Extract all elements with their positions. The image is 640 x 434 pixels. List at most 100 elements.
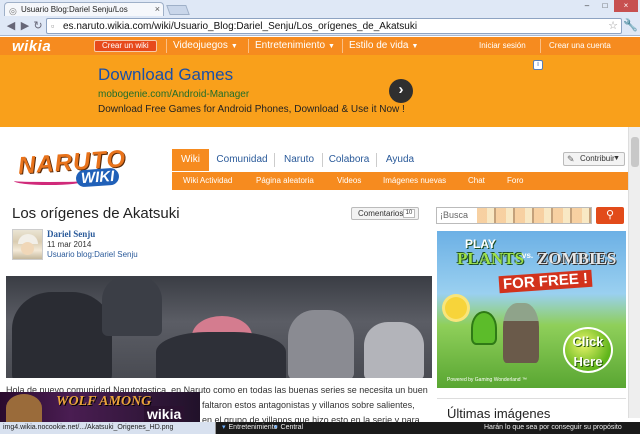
divider [248, 39, 249, 53]
tab-comunidad[interactable]: Comunidad [212, 149, 272, 171]
close-window-icon[interactable]: × [614, 0, 638, 12]
sun-icon [445, 297, 467, 319]
top-banner-ad[interactable]: Download Games mobogenie.com/Android-Man… [0, 55, 640, 127]
author-link[interactable]: Dariel Senju [47, 229, 95, 239]
chevron-down-icon: ▼ [230, 43, 238, 50]
post-date: 11 mar 2014 [47, 240, 92, 249]
divider [342, 39, 343, 53]
search-button[interactable]: ⚲ [596, 207, 624, 224]
wikia-dot-icon: ▾ [222, 424, 226, 431]
tab-title: Usuario Blog:Dariel Senju/Los [21, 5, 128, 14]
hero-figure-back [102, 276, 162, 336]
tab-naruto[interactable]: Naruto [276, 149, 322, 171]
ad-url[interactable]: mobogenie.com/Android-Manager [98, 89, 249, 100]
subnav-actividad[interactable]: Wiki Actividad [183, 176, 232, 185]
nav-entretenimiento[interactable]: Entretenimiento ▼ [255, 40, 335, 51]
pencil-icon: ✎ [567, 154, 575, 164]
window-controls: – □ × [578, 0, 638, 12]
game-character-icon [6, 394, 42, 422]
wiki-subnav: Wiki Actividad Página aleatoria Videos I… [172, 172, 630, 190]
reload-icon[interactable]: ↻ [31, 19, 45, 33]
bottom-toolbar: img4.wikia.nocookie.net/.../Akatsuki_Ori… [0, 422, 640, 434]
tab-ayuda[interactable]: Ayuda [378, 149, 422, 171]
avatar[interactable] [12, 229, 43, 260]
maximize-icon[interactable]: □ [596, 0, 614, 12]
ad-vs-text: vs. [522, 251, 534, 260]
article-hero-image[interactable] [6, 276, 432, 378]
arrow-right-icon[interactable]: › [389, 79, 413, 103]
ad-description: Download Free Games for Android Phones, … [98, 104, 405, 115]
minimize-icon[interactable]: – [578, 0, 596, 12]
wiki-header: NARUTO WIKI Wiki Comunidad Naruto Colabo… [0, 127, 640, 197]
chevron-down-icon: ▼ [613, 155, 620, 162]
comments-button[interactable]: Comentarios 10 [351, 207, 419, 220]
signup-link[interactable]: Crear una cuenta [549, 41, 611, 50]
browser-tab[interactable]: ◎ Usuario Blog:Dariel Senju/Los × [4, 2, 164, 16]
login-link[interactable]: Iniciar sesión [479, 41, 526, 50]
hero-figure-right [288, 310, 354, 378]
nav-estilo-de-vida[interactable]: Estilo de vida ▼ [349, 40, 418, 51]
wikia-dot-icon: ▾ [274, 424, 278, 431]
avatar-face [21, 242, 34, 255]
ad-plants-text: PLANTS [457, 249, 525, 268]
address-bar[interactable]: ▫ es.naruto.wikia.com/wiki/Usuario_Blog:… [46, 18, 622, 34]
nav-videojuegos[interactable]: Videojuegos ▼ [173, 40, 238, 51]
hero-figure-left [12, 292, 112, 378]
search-input[interactable]: ¡Busca [436, 207, 592, 224]
toolbar-message: Harán lo que sea por conseguir su propós… [484, 424, 622, 431]
divider [540, 39, 541, 53]
page-scrollbar[interactable] [628, 127, 640, 418]
latest-images-title: Últimas imágenes [447, 406, 551, 421]
ad-info-icon[interactable]: i [533, 60, 543, 70]
divider [274, 153, 275, 167]
search-placeholder: ¡Busca [440, 210, 469, 220]
new-tab-button[interactable] [166, 5, 190, 15]
side-game-ad[interactable]: PLAY PLANTS vs. ZOMBIES FOR FREE ! Click… [437, 231, 626, 388]
subnav-videos[interactable]: Videos [337, 176, 361, 185]
forward-icon[interactable]: ▶ [18, 19, 32, 33]
url-text: es.naruto.wikia.com/wiki/Usuario_Blog:Da… [63, 21, 418, 32]
hero-figure-far-right [364, 322, 424, 378]
scroll-thumb[interactable] [631, 137, 639, 167]
search-icon: ⚲ [605, 209, 615, 221]
chevron-down-icon: ▼ [328, 43, 335, 50]
subnav-chat[interactable]: Chat [468, 176, 485, 185]
search-decoration [477, 208, 591, 223]
logo-text-sub: WIKI [75, 167, 120, 188]
subnav-foro[interactable]: Foro [507, 176, 523, 185]
back-icon[interactable]: ◀ [4, 19, 18, 33]
tab-close-icon[interactable]: × [155, 3, 160, 16]
toolbar-entretenimiento[interactable]: ▾ Entretenimiento [222, 422, 278, 433]
wikia-favicon-icon: ◎ [9, 6, 17, 16]
wikia-logo[interactable]: wikia [12, 38, 51, 55]
browser-chrome: ◎ Usuario Blog:Dariel Senju/Los × – □ × … [0, 0, 640, 36]
divider [166, 39, 167, 53]
divider [322, 153, 323, 167]
bookmark-star-icon[interactable]: ☆ [608, 19, 618, 33]
hero-figure-center [156, 332, 286, 378]
plant-icon [471, 311, 497, 345]
ad-legal-text: Powered by Gaming Wonderland ™ [447, 377, 527, 383]
divider [376, 153, 377, 167]
ad-title[interactable]: Download Games [98, 65, 233, 85]
ad-free-text: FOR FREE ! [498, 269, 593, 294]
click-here-button[interactable]: Click Here [563, 327, 613, 373]
contribute-button[interactable]: ✎ Contribuir ▼ [563, 152, 625, 166]
chevron-down-icon: ▼ [411, 43, 419, 50]
wikia-bottom-logo[interactable]: wikia [144, 406, 185, 422]
toolbar-central[interactable]: ▾ Central [274, 422, 303, 433]
user-blog-link[interactable]: Usuario blog:Dariel Senju [47, 250, 138, 259]
game-ad-title: WOLF AMONG [56, 394, 152, 409]
status-url: img4.wikia.nocookie.net/.../Akatsuki_Ori… [0, 422, 216, 434]
naruto-wiki-logo[interactable]: NARUTO WIKI [14, 145, 140, 193]
comments-count-badge: 10 [403, 209, 415, 218]
page-title: Los orígenes de Akatsuki [12, 205, 180, 222]
ad-zombies-text: ZOMBIES [537, 249, 617, 268]
tab-wiki[interactable]: Wiki [172, 149, 209, 171]
subnav-imagenes[interactable]: Imágenes nuevas [383, 176, 446, 185]
wrench-menu-icon[interactable]: 🔧 [623, 18, 638, 32]
tab-colabora[interactable]: Colabora [324, 149, 374, 171]
create-wiki-button[interactable]: Crear un wiki [94, 40, 157, 52]
page-icon: ▫ [51, 21, 55, 31]
subnav-aleatoria[interactable]: Página aleatoria [256, 176, 314, 185]
